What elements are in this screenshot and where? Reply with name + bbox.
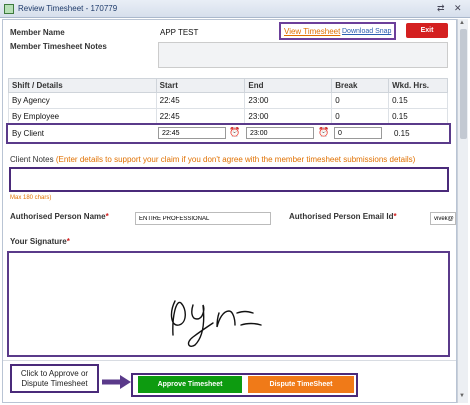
client-notes-field[interactable] [9, 167, 449, 192]
row-agency-label: By Agency [8, 92, 157, 109]
client-break-input[interactable] [334, 127, 382, 139]
col-header-break: Break [331, 78, 390, 93]
member-notes-label: Member Timesheet Notes [10, 42, 107, 51]
client-end-input[interactable] [246, 127, 314, 139]
end-clock-icon[interactable]: ⏰ [318, 127, 329, 138]
download-snap-link[interactable]: Download Snap [342, 28, 391, 35]
authorised-name-label: Authorised Person Name* [10, 212, 109, 221]
approve-callout: Click to Approve or Dispute Timesheet [10, 364, 99, 393]
title-bar: Review Timesheet - 170779 ⇄ ✕ [0, 0, 470, 18]
vertical-scrollbar[interactable]: ▲ ▼ [457, 19, 468, 403]
table-row: By Agency 22:45 23:00 0 0.15 [8, 92, 448, 109]
col-header-hours: Wkd. Hrs. [388, 78, 448, 93]
row-agency-end: 23:00 [244, 92, 333, 109]
start-clock-icon[interactable]: ⏰ [229, 127, 240, 138]
client-notes-hint: (Enter details to support your claim if … [55, 155, 416, 164]
footer-divider [3, 360, 456, 361]
client-notes-title: Client Notes [10, 155, 54, 164]
authorised-email-label: Authorised Person Email Id* [289, 212, 397, 221]
col-header-end: End [244, 78, 333, 93]
client-start-input[interactable] [158, 127, 226, 139]
authorised-email-input[interactable] [430, 212, 456, 225]
restore-icon[interactable]: ⇄ [437, 3, 445, 14]
approve-timesheet-button[interactable]: Approve Timesheet [138, 376, 242, 393]
signature-label: Your Signature* [10, 237, 70, 246]
view-timesheet-link[interactable]: View Timesheet [284, 27, 340, 36]
member-notes-box [158, 42, 448, 68]
row-agency-start: 22:45 [155, 92, 246, 109]
scroll-thumb[interactable] [460, 29, 467, 139]
member-name-value: APP TEST [160, 28, 199, 37]
col-header-start: Start [155, 78, 246, 93]
scroll-up-icon[interactable]: ▲ [459, 20, 465, 26]
client-notes-label: Client Notes (Enter details to support y… [10, 155, 415, 164]
timesheet-table: Shift / Details Start End Break Wkd. Hrs… [8, 78, 448, 125]
table-header-row: Shift / Details Start End Break Wkd. Hrs… [8, 78, 448, 93]
row-agency-break: 0 [331, 92, 390, 109]
signature-stroke [170, 300, 262, 347]
member-name-label: Member Name [10, 28, 65, 37]
signature-pad[interactable] [7, 251, 450, 357]
row-agency-hours: 0.15 [388, 92, 448, 109]
scroll-down-icon[interactable]: ▼ [459, 393, 465, 399]
max-chars-note: Max 180 chars) [10, 195, 52, 201]
sheet-icon [4, 4, 14, 14]
exit-button[interactable]: Exit [406, 23, 448, 38]
client-row-label: By Client [12, 129, 45, 138]
col-header-shift: Shift / Details [8, 78, 157, 93]
window-title: Review Timesheet - 170779 [18, 4, 118, 13]
client-hours-value: 0.15 [394, 129, 410, 138]
arrow-right-icon [102, 375, 131, 389]
authorised-name-input[interactable] [135, 212, 271, 225]
close-icon[interactable]: ✕ [454, 3, 462, 14]
dispute-timesheet-button[interactable]: Dispute TimeSheet [248, 376, 354, 393]
